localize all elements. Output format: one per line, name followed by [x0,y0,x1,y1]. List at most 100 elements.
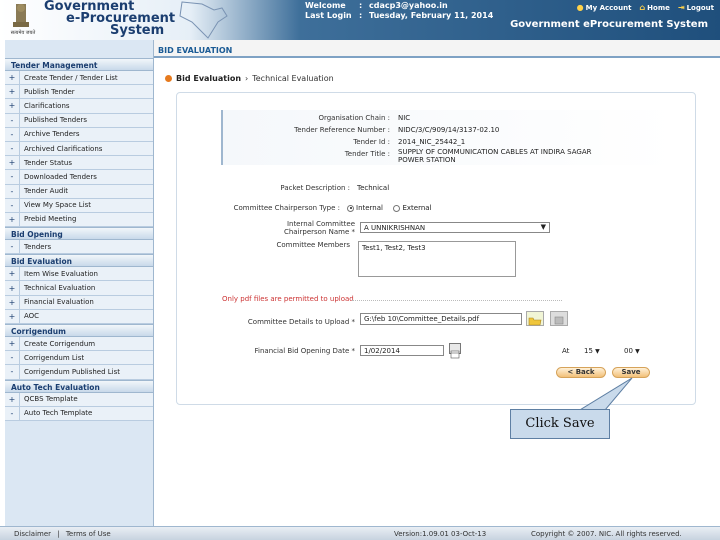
committee-members-label: Committee Members [276,241,350,249]
upload-button[interactable] [550,311,568,326]
sidebar-item-label: Corrigendum List [19,351,153,365]
expand-icon: + [8,394,16,404]
sidebar-item-label: Tender Audit [19,184,153,198]
expand-icon: + [8,283,16,293]
external-radio[interactable] [393,204,401,212]
sidebar-section-header[interactable]: Tender Management [5,58,153,71]
chevron-down-icon: ▼ [540,223,546,231]
sidebar-item-label: Tender Status [19,156,153,170]
bullet-icon: - [10,129,14,139]
tender-title-value-2: POWER STATION [398,156,456,164]
sidebar-item[interactable]: - Downloaded Tenders [5,170,153,185]
financial-bid-date-input[interactable]: 1/02/2014 [360,345,444,356]
breadcrumb-separator: › [245,74,249,83]
sidebar-item[interactable]: - Corrigendum List [5,351,153,366]
bullet-icon: - [10,200,14,210]
breadcrumb-current: Technical Evaluation [252,74,334,83]
logout-link[interactable]: ⇥ Logout [678,3,714,12]
main-top-band [154,40,720,58]
welcome-label: Welcome [305,1,346,10]
copyright-text: Copyright © 2007. NIC. All rights reserv… [531,530,682,538]
packet-description-label: Packet Description : [280,184,350,192]
bullet-icon: - [10,353,14,363]
expand-icon: + [8,101,16,111]
sidebar-item[interactable]: - Auto Tech Template [5,406,153,421]
sidebar-item[interactable]: + Tender Status [5,156,153,171]
sidebar-item[interactable]: + Item Wise Evaluation [5,267,153,282]
home-link[interactable]: ⌂ Home [639,3,669,12]
sidebar-item[interactable]: - View My Space List [5,198,153,213]
sidebar-section-header[interactable]: Bid Opening [5,227,153,241]
upload-label: Committee Details to Upload * [247,318,355,326]
minute-select[interactable]: 00 ▼ [624,347,640,356]
calendar-icon[interactable] [449,343,461,359]
pdf-only-note: Only pdf files are permitted to upload [222,295,354,303]
at-label: At [562,347,570,355]
sidebar-item-label: Corrigendum Published List [19,365,153,379]
bullet-icon: - [10,186,14,196]
home-icon: ⌂ [639,3,646,12]
expand-icon: + [8,311,16,321]
bullet-icon: - [10,115,14,125]
sidebar-item[interactable]: + Prebid Meeting [5,212,153,228]
breadcrumb: Bid Evaluation › Technical Evaluation [165,74,334,83]
site-logo[interactable]: Government e-Procurement System [44,0,175,37]
bullet-icon: - [10,367,14,377]
disclaimer-link[interactable]: Disclaimer [14,530,51,538]
expand-icon: + [8,87,16,97]
last-login-value: Tuesday, February 11, 2014 [369,11,494,20]
sidebar-item[interactable]: + Technical Evaluation [5,281,153,296]
user-info: Welcome : cdacp3@yahoo.in Last Login : T… [305,1,493,21]
expand-icon: + [8,73,16,83]
minute-value: 00 [624,347,633,355]
sidebar-section-header[interactable]: Auto Tech Evaluation [5,379,153,393]
sidebar-item-label: Create Tender / Tender List [19,71,153,85]
sidebar-section-header[interactable]: Corrigendum [5,324,153,337]
sidebar-item[interactable]: + AOC [5,309,153,324]
bullet-icon: - [10,242,14,252]
tender-ref-label: Tender Reference Number : [294,126,390,134]
my-account-link[interactable]: ● My Account [577,3,632,12]
instruction-callout: Click Save [510,409,610,439]
hour-select[interactable]: 15 ▼ [584,347,600,356]
sidebar-item[interactable]: - Corrigendum Published List [5,365,153,380]
sidebar-item[interactable]: - Published Tenders [5,113,153,128]
last-login-label: Last Login [305,11,352,20]
sidebar-item-label: Financial Evaluation [19,295,153,309]
sidebar-item-label: Tenders [19,240,153,254]
internal-radio-label: Internal [356,204,383,212]
financial-bid-date-label: Financial Bid Opening Date * [254,347,356,355]
sidebar-item[interactable]: - Tenders [5,240,153,255]
expand-icon: + [8,297,16,307]
sidebar-item[interactable]: - Tender Audit [5,184,153,199]
terms-link[interactable]: Terms of Use [66,530,111,538]
chairperson-name-select[interactable]: A UNNIKRISHNAN ▼ [360,222,550,233]
user-icon: ● [576,3,584,12]
home-label: Home [647,4,670,12]
upload-path-input[interactable]: G:\feb 10\Committee_Details.pdf [360,313,522,325]
sidebar-item[interactable]: + Financial Evaluation [5,295,153,310]
committee-members-textarea[interactable]: Test1, Test2, Test3 [358,241,516,277]
breadcrumb-root[interactable]: Bid Evaluation [176,74,241,83]
sidebar-item[interactable]: + QCBS Template [5,392,153,407]
sidebar-item[interactable]: - Archive Tenders [5,127,153,142]
hour-value: 15 [584,347,593,355]
sidebar-item[interactable]: + Clarifications [5,99,153,114]
sidebar-item[interactable]: + Create Tender / Tender List [5,71,153,86]
divider [352,300,562,301]
sidebar-section-header[interactable]: Bid Evaluation [5,254,153,268]
bullet-icon: - [10,144,14,154]
sidebar-item-label: Publish Tender [19,85,153,99]
sidebar-item[interactable]: - Archived Clarifications [5,141,153,157]
upload-path-value: G:\feb 10\Committee_Details.pdf [364,315,480,323]
internal-radio[interactable] [347,204,354,212]
upload-icon [554,316,564,325]
footer-separator: | [57,530,60,538]
sidebar-item[interactable]: + Create Corrigendum [5,337,153,352]
expand-icon: + [8,269,16,279]
footer: Disclaimer | Terms of Use Version:1.09.0… [0,526,720,540]
sidebar-item[interactable]: + Publish Tender [5,85,153,100]
browse-folder-icon[interactable] [526,311,544,326]
emblem-caption: सत्यमेव जयते [10,30,36,36]
chairperson-name-label-1: Internal Committee [286,220,355,228]
